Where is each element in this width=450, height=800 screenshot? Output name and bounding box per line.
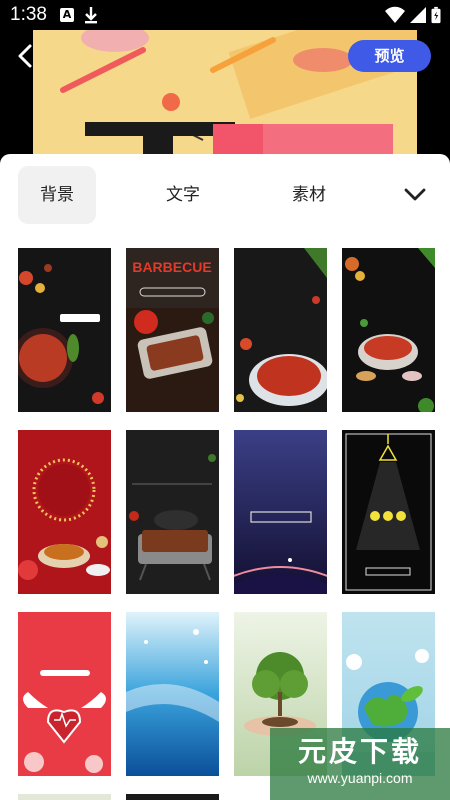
watermark-title: 元皮下载 [297, 735, 422, 768]
category-tabs: 背景 文字 素材 [0, 154, 450, 234]
thumbnail-crayfish[interactable] [18, 248, 111, 412]
tab-background[interactable]: 背景 [18, 166, 96, 224]
thumbnail-medical-hearts[interactable] [18, 612, 111, 776]
tab-text[interactable]: 文字 [144, 166, 222, 224]
wifi-icon [385, 6, 405, 23]
preview-button[interactable]: 预览 [348, 40, 431, 72]
background-panel: 背景 文字 素材 BARBECUE [0, 154, 450, 800]
thumbnail-red-dish[interactable] [18, 430, 111, 594]
barbecue-label: BARBECUE [132, 259, 211, 275]
thumbnail-barbecue[interactable]: BARBECUE [126, 248, 219, 412]
signal-icon [410, 7, 426, 23]
thumbnail-crayfish-plate[interactable] [234, 248, 327, 412]
status-time: 1:38 [10, 4, 47, 25]
thumbnail-hotpot[interactable] [342, 248, 435, 412]
thumbnail-water-splash[interactable] [126, 612, 219, 776]
app-a-icon: A [60, 8, 74, 22]
chevron-down-icon[interactable] [400, 182, 430, 208]
back-arrow-icon[interactable] [12, 42, 40, 70]
thumbnail-partial [18, 794, 111, 800]
thumbnail-partial [126, 794, 219, 800]
thumbnail-galaxy[interactable] [234, 430, 327, 594]
watermark: 元皮下载 www.yuanpi.com [270, 728, 450, 800]
watermark-url: www.yuanpi.com [307, 770, 413, 786]
tab-material[interactable]: 素材 [270, 166, 348, 224]
thumbnail-grill-tray[interactable] [126, 430, 219, 594]
download-icon [85, 7, 97, 24]
status-bar: 1:38 A [0, 0, 450, 30]
battery-icon [431, 6, 441, 24]
preview-area: 预览 [0, 30, 450, 154]
thumbnail-spotlight[interactable] [342, 430, 435, 594]
